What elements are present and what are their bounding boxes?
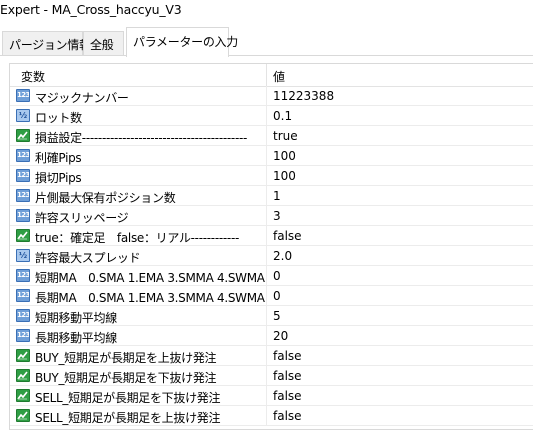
table-row[interactable]: SELL_短期足が長期足を上抜け発注 false bbox=[10, 406, 533, 426]
table-row[interactable]: 123 長期MA 0.SMA 1.EMA 3.SMMA 4.SWMA 0 bbox=[10, 286, 533, 306]
integer-type-icon: 123 bbox=[16, 149, 30, 162]
cell-divider bbox=[266, 146, 267, 166]
parameter-value[interactable]: 0.1 bbox=[273, 109, 292, 123]
table-row[interactable]: 123 短期MA 0.SMA 1.EMA 3.SMMA 4.SWMA 0 bbox=[10, 266, 533, 286]
table-row[interactable]: 123 利確Pips 100 bbox=[10, 146, 533, 166]
table-row[interactable]: 損益設定------------------------------------… bbox=[10, 126, 533, 146]
parameter-name: 長期移動平均線 bbox=[35, 331, 117, 345]
parameter-name: BUY_短期足が長期足を上抜け発注 bbox=[35, 351, 217, 365]
integer-type-icon: 123 bbox=[16, 209, 30, 222]
double-type-icon: ½ bbox=[16, 109, 30, 122]
parameter-name: 損切Pips bbox=[35, 171, 82, 185]
tab-general[interactable]: 全般 bbox=[83, 31, 124, 55]
cell-divider bbox=[266, 346, 267, 366]
parameter-value[interactable]: 100 bbox=[273, 149, 296, 163]
cell-divider bbox=[266, 126, 267, 146]
parameter-name: 片側最大保有ポジション数 bbox=[35, 191, 176, 205]
cell-divider bbox=[266, 366, 267, 386]
integer-type-icon: 123 bbox=[16, 289, 30, 302]
boolean-type-icon bbox=[16, 229, 30, 242]
integer-type-icon: 123 bbox=[16, 329, 30, 342]
parameter-name: 短期MA 0.SMA 1.EMA 3.SMMA 4.SWMA bbox=[35, 271, 265, 285]
table-row[interactable]: BUY_短期足が長期足を下抜け発注 false bbox=[10, 366, 533, 386]
parameter-value[interactable]: 3 bbox=[273, 209, 281, 223]
table-row[interactable]: 123 マジックナンバー 11223388 bbox=[10, 86, 533, 106]
parameter-value[interactable]: 100 bbox=[273, 169, 296, 183]
integer-type-icon: 123 bbox=[16, 269, 30, 282]
parameter-value[interactable]: 0 bbox=[273, 269, 281, 283]
boolean-type-icon bbox=[16, 389, 30, 402]
parameter-value[interactable]: 20 bbox=[273, 329, 288, 343]
table-body: 123 マジックナンバー 11223388 ½ ロット数 0.1 損益設定---------… bbox=[10, 86, 533, 426]
parameter-value[interactable]: 1 bbox=[273, 189, 281, 203]
integer-type-icon: 123 bbox=[16, 89, 30, 102]
parameter-name: 許容最大スプレッド bbox=[35, 251, 141, 265]
parameter-name: 長期MA 0.SMA 1.EMA 3.SMMA 4.SWMA bbox=[35, 291, 265, 305]
table-row[interactable]: 123 損切Pips 100 bbox=[10, 166, 533, 186]
cell-divider bbox=[266, 106, 267, 126]
table-row[interactable]: ½ ロット数 0.1 bbox=[10, 106, 533, 126]
parameter-name: SELL_短期足が長期足を上抜け発注 bbox=[35, 411, 221, 425]
window-titlebar: Expert - MA_Cross_haccyu_V3 bbox=[0, 0, 533, 24]
parameter-name: 許容スリッページ bbox=[35, 211, 129, 225]
parameter-value[interactable]: false bbox=[273, 349, 302, 363]
parameter-name: SELL_短期足が長期足を下抜け発注 bbox=[35, 391, 221, 405]
table-row[interactable]: 123 許容スリッページ 3 bbox=[10, 206, 533, 226]
column-divider[interactable] bbox=[266, 64, 267, 86]
parameter-value[interactable]: 5 bbox=[273, 309, 281, 323]
parameter-value[interactable]: 11223388 bbox=[273, 89, 334, 103]
parameter-name: 短期移動平均線 bbox=[35, 311, 117, 325]
boolean-type-icon bbox=[16, 369, 30, 382]
boolean-type-icon bbox=[16, 129, 30, 142]
cell-divider bbox=[266, 286, 267, 306]
tab-version-info[interactable]: パージョン情報 bbox=[2, 31, 91, 55]
cell-divider bbox=[266, 166, 267, 186]
column-header-value[interactable]: 値 bbox=[273, 68, 285, 85]
cell-divider bbox=[266, 326, 267, 346]
tab-bar-divider bbox=[0, 55, 533, 56]
parameter-value[interactable]: false bbox=[273, 369, 302, 383]
table-row[interactable]: 123 片側最大保有ポジション数 1 bbox=[10, 186, 533, 206]
parameters-table: 変数 値 123 マジックナンバー 11223388 ½ ロット数 0.1 損益設定----… bbox=[9, 63, 533, 430]
double-type-icon: ½ bbox=[16, 249, 30, 262]
window-title: Expert - MA_Cross_haccyu_V3 bbox=[0, 2, 182, 17]
cell-divider bbox=[266, 186, 267, 206]
table-row[interactable]: ½ 許容最大スプレッド 2.0 bbox=[10, 246, 533, 266]
boolean-type-icon bbox=[16, 349, 30, 362]
parameter-value[interactable]: false bbox=[273, 389, 302, 403]
boolean-type-icon bbox=[16, 409, 30, 422]
parameter-value[interactable]: 2.0 bbox=[273, 249, 292, 263]
integer-type-icon: 123 bbox=[16, 169, 30, 182]
parameter-name: マジックナンバー bbox=[35, 91, 129, 105]
cell-divider bbox=[266, 386, 267, 406]
parameter-value[interactable]: false bbox=[273, 229, 302, 243]
integer-type-icon: 123 bbox=[16, 189, 30, 202]
parameter-name: true：確定足 false：リアル------------ bbox=[35, 231, 240, 245]
cell-divider bbox=[266, 266, 267, 286]
parameter-value[interactable]: false bbox=[273, 409, 302, 423]
table-header: 変数 値 bbox=[10, 64, 533, 87]
table-row[interactable]: SELL_短期足が長期足を下抜け発注 false bbox=[10, 386, 533, 406]
cell-divider bbox=[266, 246, 267, 266]
table-row[interactable]: true：確定足 false：リアル------------ false bbox=[10, 226, 533, 246]
table-row[interactable]: 123 短期移動平均線 5 bbox=[10, 306, 533, 326]
cell-divider bbox=[266, 226, 267, 246]
parameter-name: 利確Pips bbox=[35, 151, 82, 165]
cell-divider bbox=[266, 86, 267, 106]
table-row[interactable]: BUY_短期足が長期足を上抜け発注 false bbox=[10, 346, 533, 366]
tab-input-parameters[interactable]: パラメーターの入力 bbox=[126, 27, 238, 57]
table-row[interactable]: 123 長期移動平均線 20 bbox=[10, 326, 533, 346]
parameter-value[interactable]: 0 bbox=[273, 289, 281, 303]
cell-divider bbox=[266, 306, 267, 326]
integer-type-icon: 123 bbox=[16, 309, 30, 322]
cell-divider bbox=[266, 406, 267, 426]
column-header-variable[interactable]: 変数 bbox=[21, 68, 45, 85]
cell-divider bbox=[266, 206, 267, 226]
parameter-name: 損益設定------------------------------------… bbox=[35, 131, 248, 145]
parameter-name: ロット数 bbox=[35, 111, 82, 125]
parameter-name: BUY_短期足が長期足を下抜け発注 bbox=[35, 371, 217, 385]
parameter-value[interactable]: true bbox=[273, 129, 298, 143]
